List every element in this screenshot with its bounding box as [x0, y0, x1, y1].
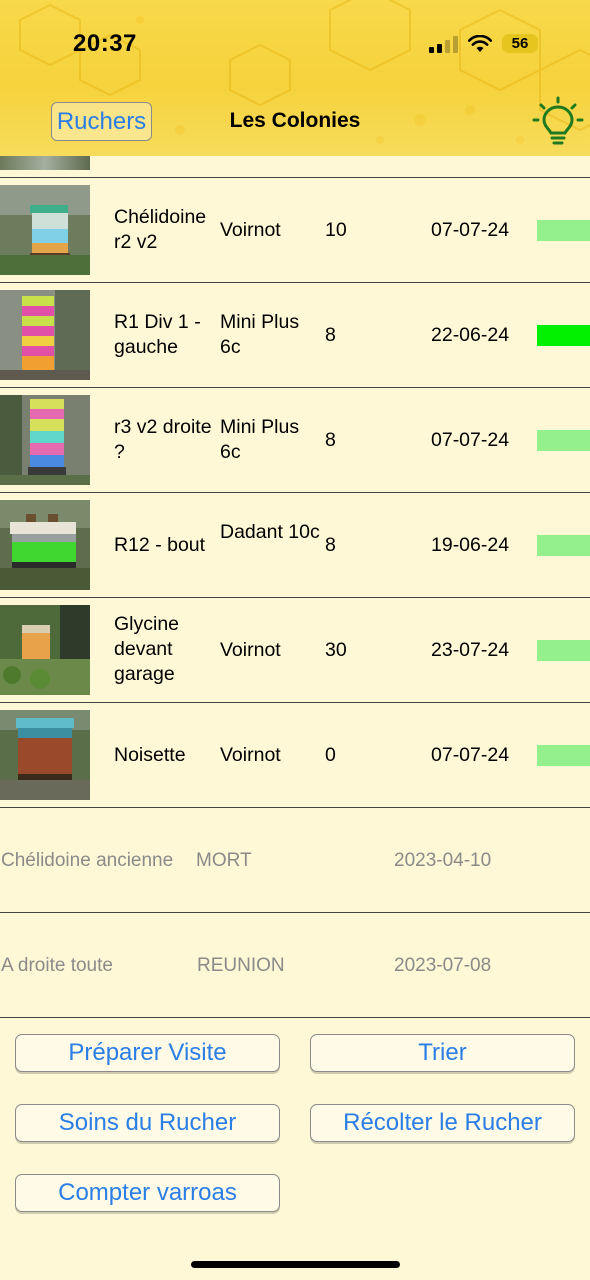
- colony-photo: [0, 395, 90, 485]
- list-item-partial[interactable]: [0, 156, 590, 178]
- hive-type: Voirnot: [220, 219, 281, 241]
- status-bar: [537, 430, 590, 451]
- status-bar: [537, 745, 590, 766]
- apiary-care-button[interactable]: Soins du Rucher: [15, 1104, 280, 1142]
- cellular-signal-icon: [429, 35, 458, 53]
- hive-type: Dadant 10c: [220, 521, 320, 543]
- colony-row[interactable]: r3 v2 droite ? Mini Plus 6c 8 07-07-24: [0, 388, 590, 493]
- wifi-icon: [468, 34, 492, 52]
- colony-photo: [0, 185, 90, 275]
- status-bar: [537, 220, 590, 241]
- colony-name: Chélidoine ancienne: [1, 850, 174, 871]
- colony-name: R1 Div 1 - gauche: [114, 311, 201, 358]
- colonies-list: Chélidoine r2 v2 Voirnot 10 07-07-24 R1 …: [0, 156, 590, 1018]
- colony-status: MORT: [196, 850, 252, 871]
- frame-count: 0: [325, 744, 336, 766]
- sort-button[interactable]: Trier: [310, 1034, 575, 1072]
- status-bar: [537, 535, 590, 556]
- frame-count: 8: [325, 429, 336, 451]
- status-bar: [537, 325, 590, 346]
- count-varroa-button[interactable]: Compter varroas: [15, 1174, 280, 1212]
- colony-photo: [0, 605, 90, 695]
- colony-name: Glycine devant garage: [114, 613, 180, 685]
- visit-date: 22-06-24: [431, 324, 510, 346]
- dead-colony-row[interactable]: Chélidoine ancienne MORT 2023-04-10: [0, 808, 590, 913]
- prepare-visit-button[interactable]: Préparer Visite: [15, 1034, 280, 1072]
- frame-count: 8: [325, 324, 336, 346]
- colony-date: 2023-04-10: [394, 850, 492, 871]
- hive-type: Voirnot: [220, 639, 281, 661]
- frame-count: 30: [325, 639, 347, 661]
- dead-colony-row[interactable]: A droite toute REUNION 2023-07-08: [0, 913, 590, 1018]
- colony-row[interactable]: Chélidoine r2 v2 Voirnot 10 07-07-24: [0, 178, 590, 283]
- visit-date: 07-07-24: [431, 429, 510, 451]
- hive-type: Mini Plus 6c: [220, 416, 300, 463]
- colony-photo: [0, 156, 90, 170]
- colony-photo: [0, 500, 90, 590]
- colony-row[interactable]: R1 Div 1 - gauche Mini Plus 6c 8 22-06-2…: [0, 283, 590, 388]
- colony-name: A droite toute: [1, 955, 113, 976]
- colony-photo: [0, 710, 90, 800]
- battery-indicator: 56: [502, 34, 538, 53]
- colony-row[interactable]: Glycine devant garage Voirnot 30 23-07-2…: [0, 598, 590, 703]
- colony-date: 2023-07-08: [394, 955, 492, 976]
- colony-name: R12 - bout: [114, 534, 206, 556]
- visit-date: 19-06-24: [431, 534, 510, 556]
- colony-name: r3 v2 droite ?: [114, 416, 212, 463]
- hive-type: Mini Plus 6c: [220, 311, 300, 358]
- page-title: Les Colonies: [229, 109, 361, 132]
- colony-photo: [0, 290, 90, 380]
- lightbulb-icon[interactable]: [532, 96, 584, 148]
- colony-row[interactable]: R12 - bout Dadant 10c 8 19-06-24: [0, 493, 590, 598]
- frame-count: 10: [325, 219, 347, 241]
- colony-row[interactable]: Noisette Voirnot 0 07-07-24: [0, 703, 590, 808]
- status-time: 20:37: [73, 30, 137, 57]
- colony-name: Noisette: [114, 744, 186, 766]
- frame-count: 8: [325, 534, 336, 556]
- home-indicator[interactable]: [191, 1261, 400, 1268]
- status-bar: [537, 640, 590, 661]
- status-icons: 56: [429, 34, 538, 53]
- visit-date: 07-07-24: [431, 744, 510, 766]
- hive-type: Voirnot: [220, 744, 281, 766]
- visit-date: 23-07-24: [431, 639, 510, 661]
- header: 20:37 56 Ruchers Les Colonies: [0, 0, 590, 156]
- visit-date: 07-07-24: [431, 219, 510, 241]
- colony-name: Chélidoine r2 v2: [114, 206, 207, 253]
- colony-status: REUNION: [197, 955, 285, 976]
- harvest-apiary-button[interactable]: Récolter le Rucher: [310, 1104, 575, 1142]
